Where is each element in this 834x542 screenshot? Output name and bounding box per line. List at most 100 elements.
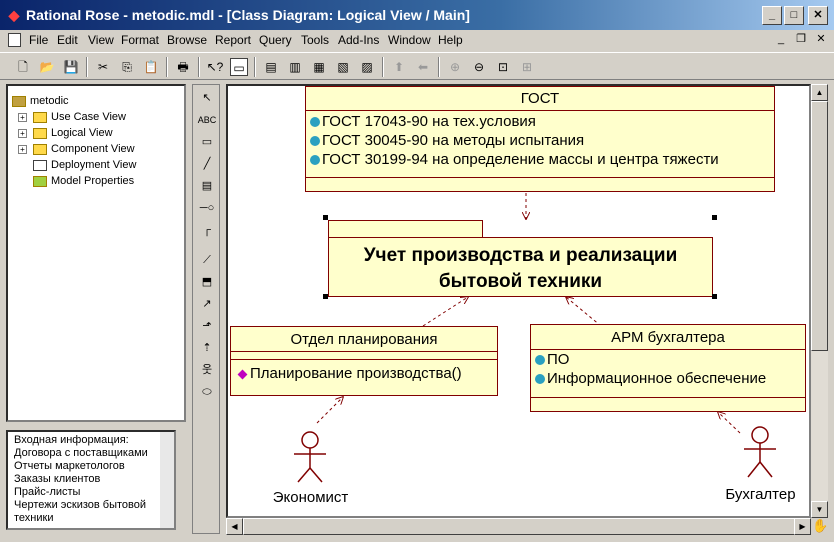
- tree-item-component-view[interactable]: + Component View: [18, 142, 135, 156]
- expand-icon[interactable]: +: [18, 144, 27, 154]
- fit-in-window-icon[interactable]: ⊡: [494, 58, 512, 76]
- scroll-left-icon[interactable]: ◀: [226, 518, 243, 535]
- view-documentation-icon[interactable]: ▭: [230, 58, 248, 76]
- selection-tool-icon[interactable]: ↖: [197, 88, 217, 108]
- selection-handle[interactable]: [323, 215, 328, 220]
- menu-view[interactable]: View: [88, 33, 114, 47]
- save-icon[interactable]: 💾: [62, 58, 80, 76]
- selection-handle[interactable]: [323, 294, 328, 299]
- dependency-planning[interactable]: [422, 297, 468, 327]
- note-tool-icon[interactable]: ▭: [197, 132, 217, 152]
- size-grip-icon[interactable]: ✋: [812, 518, 829, 535]
- accountant-actor-icon[interactable]: [744, 426, 776, 478]
- browse-previous-icon[interactable]: ⬅: [414, 58, 432, 76]
- tree-root[interactable]: metodic: [12, 94, 69, 108]
- dependency-accountant[interactable]: [718, 412, 741, 434]
- expand-icon[interactable]: +: [18, 112, 27, 122]
- context-help-icon[interactable]: ↖?: [206, 58, 224, 76]
- paste-icon[interactable]: 📋: [142, 58, 160, 76]
- dependency-arm[interactable]: [566, 297, 602, 327]
- scroll-up-icon[interactable]: ▲: [811, 84, 828, 101]
- maximize-button[interactable]: □: [784, 6, 804, 25]
- doc-scrollbar[interactable]: [160, 432, 174, 528]
- menu-help[interactable]: Help: [438, 33, 463, 47]
- tree-item-use-case-view[interactable]: + Use Case View: [18, 110, 126, 124]
- copy-icon[interactable]: ⎘: [118, 58, 136, 76]
- class-diagram-canvas[interactable]: ГОСТ ГОСТ 17043-90 на тех.условия ГОСТ 3…: [226, 84, 811, 518]
- expand-icon[interactable]: +: [18, 128, 27, 138]
- tree-item-label: Use Case View: [51, 111, 126, 123]
- doc-line: Прайс-листы: [14, 486, 81, 498]
- class-attribute: ГОСТ 30045-90 на методы испытания: [306, 131, 774, 150]
- association-tool-icon[interactable]: ┌: [197, 220, 217, 240]
- toolbar: 🗋 📂 💾 ✂ ⎘ 📋 🖶 ↖? ▭ ▤ ▥ ▦ ▧ ▨ ⬆ ⬅ ⊕ ⊖ ⊡ ⊞: [0, 52, 834, 80]
- undo-fit-icon[interactable]: ⊞: [518, 58, 536, 76]
- zoom-out-icon[interactable]: ⊖: [470, 58, 488, 76]
- mdi-restore-button[interactable]: ❐: [792, 32, 810, 48]
- window-title: Rational Rose - metodic.mdl - [Class Dia…: [26, 7, 470, 23]
- tree-item-model-properties[interactable]: Model Properties: [33, 174, 134, 188]
- tree-item-label: Logical View: [51, 127, 113, 139]
- menu-tools[interactable]: Tools: [301, 33, 329, 47]
- selection-handle[interactable]: [712, 215, 717, 220]
- class-attribute: ГОСТ 30199-94 на определение массы и цен…: [306, 150, 774, 169]
- model-browser: metodic + Use Case View + Logical View + Co…: [6, 84, 186, 422]
- operation-icon: [237, 369, 248, 379]
- aggregation-tool-icon[interactable]: ⟋: [197, 250, 217, 270]
- vertical-scroll-thumb[interactable]: [811, 101, 828, 351]
- use-case-tool-icon[interactable]: ⬭: [197, 382, 217, 402]
- menu-edit[interactable]: Edit: [57, 33, 78, 47]
- class-attribute: ПО: [531, 350, 805, 369]
- browse-parent-icon[interactable]: ⬆: [390, 58, 408, 76]
- class-planning-department[interactable]: Отдел планирования Планирование производ…: [230, 326, 498, 396]
- interface-tool-icon[interactable]: ─○: [197, 198, 217, 218]
- mdi-minimize-button[interactable]: _: [772, 32, 790, 48]
- actor-tool-icon[interactable]: 웃: [197, 360, 217, 380]
- tree-item-logical-view[interactable]: + Logical View: [18, 126, 113, 140]
- horizontal-scrollbar[interactable]: ◀ ▶: [226, 518, 811, 535]
- new-file-icon[interactable]: 🗋: [14, 58, 32, 76]
- anchor-note-tool-icon[interactable]: ╱: [197, 154, 217, 174]
- browse-class-diagram-icon[interactable]: ▤: [262, 58, 280, 76]
- scroll-right-icon[interactable]: ▶: [794, 518, 811, 535]
- class-attribute: Информационное обеспечение: [531, 369, 805, 388]
- dependency-economist[interactable]: [316, 397, 343, 424]
- diagram-toolbox: ↖ ABC ▭ ╱ ▤ ─○ ┌ ⟋ ⬒ ↗ ⬏ ⇡ 웃 ⬭: [192, 84, 220, 534]
- menu-report[interactable]: Report: [215, 33, 251, 47]
- class-gost[interactable]: ГОСТ ГОСТ 17043-90 на тех.условия ГОСТ 3…: [305, 86, 775, 192]
- print-icon[interactable]: 🖶: [174, 58, 192, 76]
- menu-format[interactable]: Format: [121, 33, 159, 47]
- package-accounting[interactable]: Учет производства и реализации бытовой т…: [328, 237, 713, 297]
- class-arm-accountant[interactable]: АРМ бухгалтера ПО Информационное обеспеч…: [530, 324, 806, 412]
- open-folder-icon[interactable]: 📂: [38, 58, 56, 76]
- close-button[interactable]: ✕: [808, 6, 828, 25]
- doc-line: техники: [14, 512, 54, 524]
- menu-window[interactable]: Window: [388, 33, 431, 47]
- economist-actor-icon[interactable]: [294, 431, 326, 483]
- cut-icon[interactable]: ✂: [94, 58, 112, 76]
- realize-tool-icon[interactable]: ⇡: [197, 338, 217, 358]
- menu-add-ins[interactable]: Add-Ins: [338, 33, 379, 47]
- browse-interaction-diagram-icon[interactable]: ▥: [286, 58, 304, 76]
- horizontal-scroll-thumb[interactable]: [243, 518, 798, 535]
- zoom-in-icon[interactable]: ⊕: [446, 58, 464, 76]
- tree-item-deployment-view[interactable]: Deployment View: [33, 158, 136, 172]
- package-tool-icon[interactable]: ⬒: [197, 272, 217, 292]
- class-tool-icon[interactable]: ▤: [197, 176, 217, 196]
- minimize-button[interactable]: _: [762, 6, 782, 25]
- browse-deployment-diagram-icon[interactable]: ▨: [358, 58, 376, 76]
- menu-file[interactable]: File: [29, 33, 48, 47]
- selection-handle[interactable]: [712, 294, 717, 299]
- text-tool-icon[interactable]: ABC: [197, 110, 217, 130]
- document-icon[interactable]: [8, 33, 21, 47]
- browse-component-diagram-icon[interactable]: ▦: [310, 58, 328, 76]
- documentation-window[interactable]: Входная информация: Договора с поставщик…: [6, 430, 176, 530]
- menu-browse[interactable]: Browse: [167, 33, 207, 47]
- vertical-scrollbar[interactable]: ▲ ▼: [811, 84, 828, 518]
- dependency-tool-icon[interactable]: ↗: [197, 294, 217, 314]
- browse-state-diagram-icon[interactable]: ▧: [334, 58, 352, 76]
- menu-query[interactable]: Query: [259, 33, 292, 47]
- generalization-tool-icon[interactable]: ⬏: [197, 316, 217, 336]
- mdi-close-button[interactable]: ✕: [812, 32, 830, 48]
- scroll-down-icon[interactable]: ▼: [811, 501, 828, 518]
